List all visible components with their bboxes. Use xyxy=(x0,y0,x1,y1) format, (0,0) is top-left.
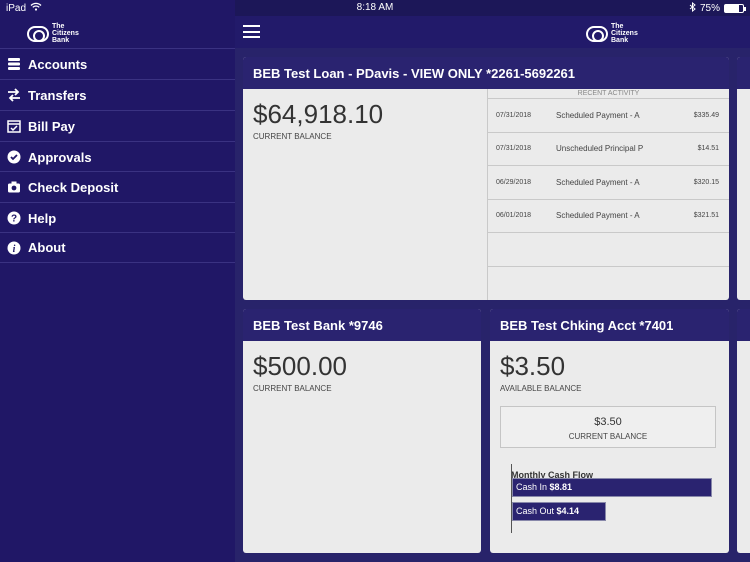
check-circle-icon xyxy=(7,150,21,164)
logo-line-1: The xyxy=(52,23,65,30)
cash-out-bar: Cash Out $4.14 xyxy=(512,502,606,521)
activity-row-empty xyxy=(488,233,729,267)
account-balance: $500.00 xyxy=(253,351,347,381)
activity-amount: $321.51 xyxy=(693,212,719,220)
logo-line-3: Bank xyxy=(611,37,629,44)
activity-row[interactable]: 06/01/2018 Scheduled Payment - A $321.51 xyxy=(488,200,729,233)
activity-description: Scheduled Payment - A xyxy=(556,211,640,221)
calendar-check-icon xyxy=(7,119,21,133)
current-balance-box: $3.50 CURRENT BALANCE xyxy=(500,406,716,448)
logo-line-2: Citizens xyxy=(611,30,638,37)
account-card-bank[interactable]: BEB Test Bank *9746 $500.00 CURRENT BALA… xyxy=(243,309,481,553)
account-card-loan[interactable]: BEB Test Loan - PDavis - VIEW ONLY *2261… xyxy=(243,57,729,300)
activity-row[interactable]: 07/31/2018 Unscheduled Principal P $14.5… xyxy=(488,133,729,166)
clock: 8:18 AM xyxy=(356,2,394,13)
cash-out-label: Cash Out xyxy=(516,506,557,516)
cash-flow-axis xyxy=(511,464,512,533)
logo-line-3: Bank xyxy=(52,37,70,44)
account-balance-label: CURRENT BALANCE xyxy=(253,384,332,393)
sidebar-item-check-deposit[interactable]: Check Deposit xyxy=(0,171,235,202)
transfer-arrows-icon xyxy=(7,88,21,102)
activity-description: Scheduled Payment - A xyxy=(556,110,640,120)
sidebar-item-accounts[interactable]: Accounts xyxy=(0,48,235,79)
sidebar-header: The Citizens Bank xyxy=(0,16,235,47)
activity-date: 07/31/2018 xyxy=(496,145,532,153)
sidebar-item-label: Bill Pay xyxy=(28,118,75,134)
current-balance-value: $3.50 xyxy=(594,416,622,428)
bank-logo-icon xyxy=(586,25,608,42)
activity-amount: $335.49 xyxy=(693,111,719,119)
recent-activity: RECENT ACTIVITY 07/31/2018 Scheduled Pay… xyxy=(487,89,729,300)
activity-row[interactable]: 06/29/2018 Scheduled Payment - A $320.15 xyxy=(488,166,729,200)
menu-icon[interactable] xyxy=(243,25,260,38)
logo-line-2: Citizens xyxy=(52,30,79,37)
activity-date: 06/01/2018 xyxy=(496,212,532,220)
accounts-stack-icon xyxy=(7,57,21,71)
battery-icon xyxy=(724,4,746,13)
activity-description: Unscheduled Principal P xyxy=(556,144,644,154)
sidebar-item-label: About xyxy=(28,240,66,255)
info-circle-icon: i xyxy=(7,241,21,255)
sidebar-item-label: Transfers xyxy=(28,87,87,103)
cash-in-value: $8.81 xyxy=(549,482,573,492)
activity-description: Scheduled Payment - A xyxy=(556,177,640,187)
sidebar-item-help[interactable]: ? Help xyxy=(0,202,235,233)
account-card-title: BEB Test Bank *9746 xyxy=(243,309,481,341)
account-card-offscreen[interactable] xyxy=(737,309,750,553)
activity-date: 06/29/2018 xyxy=(496,178,532,186)
sidebar-item-label: Approvals xyxy=(28,149,92,165)
current-balance-label: CURRENT BALANCE xyxy=(568,432,648,441)
cash-out-value: $4.14 xyxy=(556,506,580,516)
cash-in-label: Cash In xyxy=(516,482,550,492)
camera-icon xyxy=(7,180,21,194)
cash-in-bar: Cash In $8.81 xyxy=(512,478,712,497)
activity-amount: $14.51 xyxy=(697,145,719,153)
sidebar-item-transfers[interactable]: Transfers xyxy=(0,79,235,110)
bank-logo-icon xyxy=(27,25,49,42)
activity-row[interactable]: 07/31/2018 Scheduled Payment - A $335.49 xyxy=(488,99,729,133)
svg-text:i: i xyxy=(13,244,16,255)
battery-percent: 75% xyxy=(699,3,720,14)
sidebar-item-label: Accounts xyxy=(28,56,88,72)
sidebar-item-bill-pay[interactable]: Bill Pay xyxy=(0,110,235,141)
account-balance-label: AVAILABLE BALANCE xyxy=(500,384,582,393)
status-bar: iPad 8:18 AM 75% xyxy=(0,0,750,16)
sidebar-item-approvals[interactable]: Approvals xyxy=(0,141,235,172)
sidebar: The Citizens Bank Accounts Transfers Bil… xyxy=(0,0,235,562)
svg-text:?: ? xyxy=(11,214,17,225)
sidebar-item-about[interactable]: i About xyxy=(0,232,235,263)
sidebar-item-label: Help xyxy=(28,210,57,226)
account-card-checking[interactable]: BEB Test Chking Acct *7401 $3.50 AVAILAB… xyxy=(490,309,729,553)
sidebar-item-label: Check Deposit xyxy=(28,179,119,195)
question-circle-icon: ? xyxy=(7,211,21,225)
account-card-title: BEB Test Chking Acct *7401 xyxy=(490,309,729,341)
account-balance: $3.50 xyxy=(500,351,566,381)
accounts-dashboard: BEB Test Loan - PDavis - VIEW ONLY *2261… xyxy=(235,48,750,562)
recent-activity-title: RECENT ACTIVITY xyxy=(488,89,729,99)
header-bank-logo: The Citizens Bank xyxy=(586,23,638,44)
account-card-title: BEB Test Loan - PDavis - VIEW ONLY *2261… xyxy=(243,57,729,89)
bank-logo: The Citizens Bank xyxy=(27,23,79,44)
top-bar: The Citizens Bank xyxy=(235,16,750,48)
activity-date: 07/31/2018 xyxy=(496,111,532,119)
activity-amount: $320.15 xyxy=(693,178,719,186)
account-card-offscreen[interactable] xyxy=(737,57,750,300)
bluetooth-icon xyxy=(689,1,696,15)
logo-line-1: The xyxy=(611,23,624,30)
